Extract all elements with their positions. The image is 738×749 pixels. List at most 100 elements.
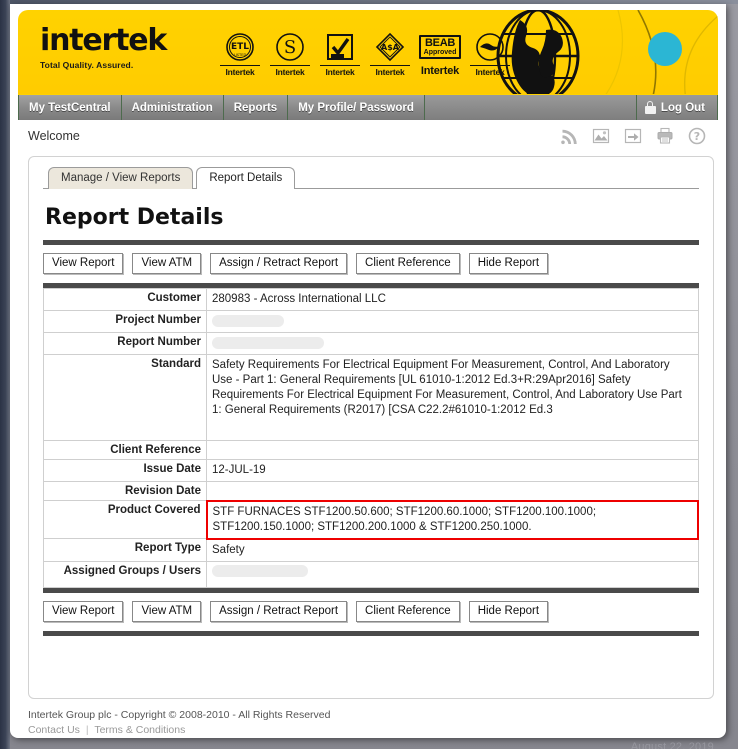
nav-administration[interactable]: Administration xyxy=(122,95,224,120)
view-report-button-bottom[interactable]: View Report xyxy=(43,601,123,622)
svg-text:A$A: A$A xyxy=(381,43,400,52)
lock-icon xyxy=(645,101,656,114)
row-value-redacted xyxy=(207,333,699,355)
table-row: Customer 280983 - Across International L… xyxy=(44,289,699,311)
view-report-button[interactable]: View Report xyxy=(43,253,123,274)
footer-links: Contact Us | Terms & Conditions xyxy=(28,724,714,736)
copyright-text: Intertek Group plc - Copyright © 2008-20… xyxy=(28,709,714,721)
svg-text:?: ? xyxy=(694,130,700,143)
redacted-value xyxy=(212,315,284,327)
desktop-date-overlay: August 22, 2019 xyxy=(631,741,714,749)
cert-mark-semko: S Intertek xyxy=(270,30,310,77)
asta-diamond-mark-icon: A$A xyxy=(370,30,410,64)
tab-bar: Manage / View Reports Report Details xyxy=(43,167,699,189)
welcome-bar: Welcome xyxy=(18,120,718,152)
banner-accent-dot xyxy=(648,32,682,66)
page-card: intertek Total Quality. Assured. ETL LIS… xyxy=(10,4,726,738)
table-row: Project Number xyxy=(44,311,699,333)
contact-us-link[interactable]: Contact Us xyxy=(28,724,80,736)
row-label: Client Reference xyxy=(44,441,207,460)
hide-report-button[interactable]: Hide Report xyxy=(469,253,548,274)
terms-conditions-link[interactable]: Terms & Conditions xyxy=(94,724,185,736)
cert-mark-asta: A$A Intertek xyxy=(370,30,410,77)
print-icon[interactable] xyxy=(656,127,674,145)
logout-button[interactable]: Log Out xyxy=(636,95,718,120)
redacted-value xyxy=(212,337,324,349)
row-value-redacted xyxy=(207,561,699,587)
beab-line1: BEAB xyxy=(424,38,457,49)
logo-tagline: Total Quality. Assured. xyxy=(40,60,166,70)
assign-retract-report-button-bottom[interactable]: Assign / Retract Report xyxy=(210,601,347,622)
cert-mark-label: Intertek xyxy=(420,65,460,77)
logout-label: Log Out xyxy=(661,102,705,114)
table-row: Standard Safety Requirements For Electri… xyxy=(44,355,699,441)
help-icon[interactable]: ? xyxy=(688,127,706,145)
globe-icon xyxy=(486,10,590,94)
welcome-text: Welcome xyxy=(28,129,80,143)
window-left-edge xyxy=(0,0,10,749)
table-row: Revision Date xyxy=(44,482,699,501)
action-buttons-top: View Report View ATM Assign / Retract Re… xyxy=(43,253,699,274)
hide-report-button-bottom[interactable]: Hide Report xyxy=(469,601,548,622)
table-row: Report Type Safety xyxy=(44,539,699,562)
page-title: Report Details xyxy=(45,205,699,230)
tab-manage-view-reports[interactable]: Manage / View Reports xyxy=(48,167,193,189)
table-row: Client Reference xyxy=(44,441,699,460)
beab-approved-mark-icon: BEAB Approved xyxy=(420,30,460,64)
assign-retract-report-button[interactable]: Assign / Retract Report xyxy=(210,253,347,274)
row-value-redacted xyxy=(207,311,699,333)
row-value-highlighted: STF FURNACES STF1200.50.600; STF1200.60.… xyxy=(207,501,699,539)
cert-mark-check: Intertek xyxy=(320,30,360,77)
etl-mark-icon: ETL LISTED xyxy=(220,30,260,64)
row-label: Standard xyxy=(44,355,207,441)
row-value: 12-JUL-19 xyxy=(207,460,699,482)
cert-mark-etl: ETL LISTED Intertek xyxy=(220,30,260,77)
cert-mark-label: Intertek xyxy=(220,65,260,77)
cert-mark-label: Intertek xyxy=(320,65,360,77)
beab-line2: Approved xyxy=(424,49,457,56)
semko-s-mark-icon: S xyxy=(270,30,310,64)
table-divider-bottom xyxy=(43,588,699,593)
checkmark-quality-mark-icon xyxy=(320,30,360,64)
row-label: Product Covered xyxy=(44,501,207,539)
export-icon[interactable] xyxy=(624,127,642,145)
view-atm-button[interactable]: View ATM xyxy=(132,253,201,274)
row-label: Assigned Groups / Users xyxy=(44,561,207,587)
client-reference-button-bottom[interactable]: Client Reference xyxy=(356,601,460,622)
row-label: Customer xyxy=(44,289,207,311)
tab-report-details[interactable]: Report Details xyxy=(196,167,295,189)
row-label: Issue Date xyxy=(44,460,207,482)
table-row: Product Covered STF FURNACES STF1200.50.… xyxy=(44,501,699,539)
main-navigation: My TestCentral Administration Reports My… xyxy=(18,94,718,120)
nav-my-profile-password[interactable]: My Profile/ Password xyxy=(288,95,425,120)
view-atm-button-bottom[interactable]: View ATM xyxy=(132,601,201,622)
cert-mark-label: Intertek xyxy=(370,65,410,77)
report-details-table: Customer 280983 - Across International L… xyxy=(43,288,699,588)
row-value: 280983 - Across International LLC xyxy=(207,289,699,311)
row-label: Report Number xyxy=(44,333,207,355)
footer-link-separator: | xyxy=(86,724,89,736)
table-row: Report Number xyxy=(44,333,699,355)
row-label: Revision Date xyxy=(44,482,207,501)
report-details-body: Customer 280983 - Across International L… xyxy=(44,289,699,588)
logo-wordmark: intertek xyxy=(40,26,166,56)
rss-feed-icon[interactable] xyxy=(560,127,578,145)
cert-mark-beab: BEAB Approved Intertek xyxy=(420,30,460,77)
section-divider-top xyxy=(43,240,699,245)
cert-mark-label: Intertek xyxy=(270,65,310,77)
row-label: Report Type xyxy=(44,539,207,562)
client-reference-button[interactable]: Client Reference xyxy=(356,253,460,274)
row-value xyxy=(207,482,699,501)
nav-spacer xyxy=(425,95,636,120)
page-footer: Intertek Group plc - Copyright © 2008-20… xyxy=(28,707,714,736)
nav-my-testcentral[interactable]: My TestCentral xyxy=(18,95,122,120)
table-row: Assigned Groups / Users xyxy=(44,561,699,587)
nav-reports[interactable]: Reports xyxy=(224,95,288,120)
content-panel: Manage / View Reports Report Details Rep… xyxy=(28,156,714,699)
intertek-logo[interactable]: intertek Total Quality. Assured. xyxy=(40,26,166,70)
image-icon[interactable] xyxy=(592,127,610,145)
row-label: Project Number xyxy=(44,311,207,333)
action-buttons-bottom: View Report View ATM Assign / Retract Re… xyxy=(43,601,699,622)
row-value xyxy=(207,441,699,460)
table-row: Issue Date 12-JUL-19 xyxy=(44,460,699,482)
